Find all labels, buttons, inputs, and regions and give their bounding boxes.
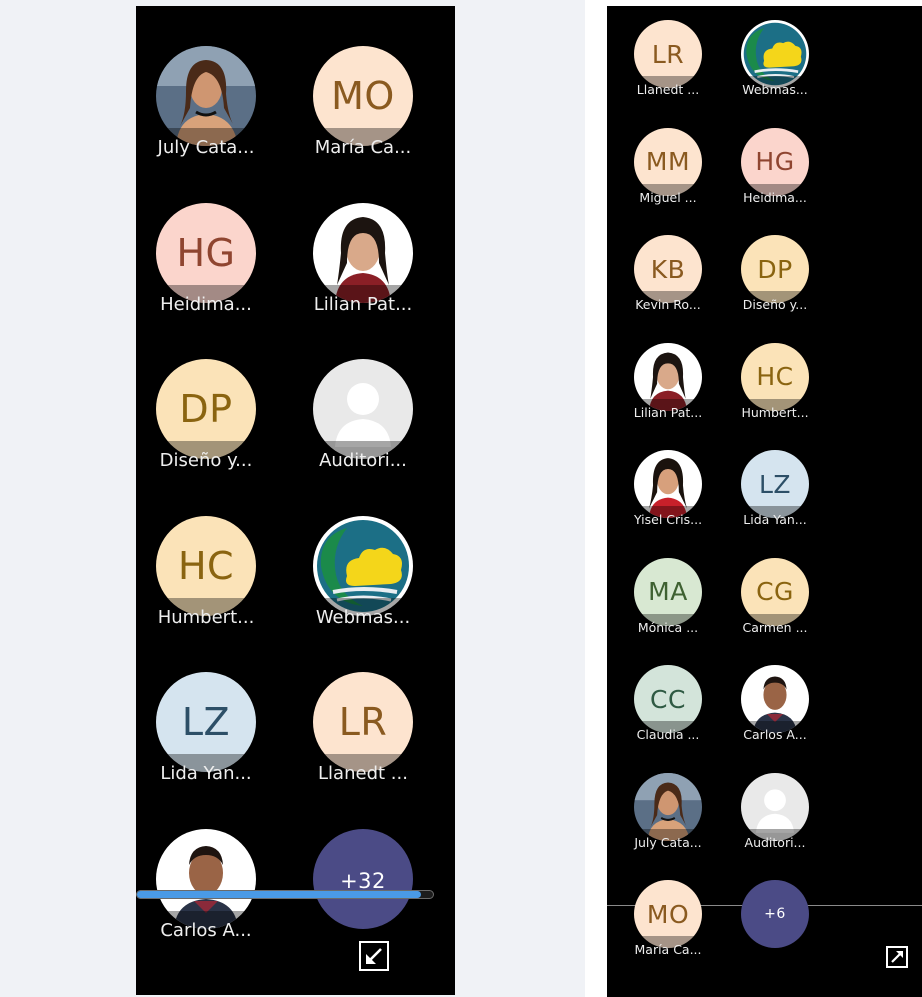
- participant-initials: CG: [756, 577, 794, 606]
- participant-name: Lilian Pat...: [633, 404, 703, 420]
- participant-avatar[interactable]: LZ: [156, 672, 256, 772]
- participant-initials: MM: [645, 147, 691, 176]
- participant-name: Kevin Ro...: [635, 297, 701, 312]
- participant-avatar[interactable]: [156, 46, 256, 146]
- participant-name: Carmen ...: [742, 619, 808, 635]
- participant-name: Mónica ...: [637, 619, 699, 635]
- participant-initials: HG: [755, 147, 795, 176]
- participant-name: Auditori...: [744, 834, 806, 850]
- participant-name: Humbert...: [157, 606, 255, 628]
- more-participants-count: +32: [340, 869, 386, 893]
- loading-progress-bar: [136, 890, 434, 899]
- participant-name: María Ca...: [634, 942, 702, 957]
- participant-avatar[interactable]: MO: [313, 46, 413, 146]
- participant-initials: LR: [651, 39, 685, 69]
- participant-avatar[interactable]: [634, 342, 702, 411]
- participant-name: Webmas...: [742, 82, 808, 97]
- participant-initials: CC: [650, 684, 686, 714]
- collapse-view-button[interactable]: [359, 941, 389, 971]
- participant-initials: MO: [331, 74, 395, 118]
- participant-avatar[interactable]: [741, 665, 809, 733]
- collapse-arrow-icon: [366, 948, 382, 964]
- participant-avatar[interactable]: MM: [634, 127, 702, 196]
- participant-name: Heidima...: [743, 189, 807, 205]
- participant-initials: HC: [177, 543, 235, 588]
- participant-avatar[interactable]: HC: [741, 342, 809, 411]
- participant-name: Lilian Pat...: [313, 293, 413, 315]
- participant-name: Carlos A...: [743, 727, 807, 742]
- participant-name: Diseño y...: [159, 450, 253, 471]
- participant-name: Miguel ...: [639, 189, 697, 205]
- participants-panel-left: July Cata... MO María Ca... HG Heidima... Lil…: [136, 6, 455, 995]
- participant-initials: LR: [338, 700, 388, 744]
- participant-initials: HG: [176, 230, 236, 275]
- participant-name: María Ca...: [314, 137, 412, 158]
- participant-name: Diseño y...: [742, 297, 808, 312]
- participant-name: Humbert...: [741, 404, 809, 420]
- participant-avatar[interactable]: CC: [634, 665, 702, 733]
- participant-avatar[interactable]: [741, 20, 809, 88]
- participant-avatar[interactable]: DP: [741, 235, 809, 303]
- participant-avatar[interactable]: MO: [634, 880, 702, 948]
- participant-avatar[interactable]: HC: [156, 515, 256, 616]
- participant-avatar[interactable]: [313, 515, 413, 616]
- expand-view-button[interactable]: [886, 946, 908, 968]
- participant-initials: KB: [650, 254, 686, 284]
- participant-name: Lida Yan...: [160, 763, 252, 784]
- participant-initials: LZ: [181, 700, 231, 744]
- participant-name: Llanedt ...: [636, 82, 700, 97]
- participant-initials: MO: [646, 899, 690, 929]
- participants-panel-right: LR Llanedt ... Webmas... MM Miguel ... HG Heid…: [607, 6, 922, 997]
- participant-initials: HC: [756, 362, 794, 391]
- participant-avatar[interactable]: KB: [634, 235, 702, 303]
- participant-initials: DP: [179, 387, 233, 431]
- participant-avatar[interactable]: [634, 450, 702, 518]
- participant-avatar[interactable]: DP: [156, 359, 256, 459]
- participant-name: Webmas...: [315, 606, 411, 628]
- participant-avatar[interactable]: HG: [741, 127, 809, 196]
- participant-name: Llanedt ...: [318, 763, 408, 784]
- participant-avatar[interactable]: LR: [313, 672, 413, 772]
- participant-avatar[interactable]: LR: [634, 20, 702, 88]
- expand-arrow-icon: [891, 951, 903, 963]
- participant-avatar[interactable]: MA: [634, 557, 702, 626]
- participant-initials: LZ: [758, 469, 792, 499]
- more-participants-count: +6: [764, 906, 786, 922]
- participant-name: Claudia ...: [636, 727, 700, 742]
- participant-avatar[interactable]: [634, 772, 702, 841]
- participant-avatar[interactable]: LZ: [741, 450, 809, 518]
- participant-avatar[interactable]: CG: [741, 557, 809, 626]
- participant-avatar[interactable]: [156, 828, 256, 929]
- more-participants-avatar[interactable]: +6: [741, 880, 809, 948]
- participant-avatar[interactable]: [313, 202, 413, 303]
- participant-name: Carlos A...: [160, 919, 252, 941]
- participant-avatar[interactable]: [741, 772, 809, 841]
- participant-name: July Cata...: [634, 834, 702, 850]
- participant-avatar[interactable]: HG: [156, 202, 256, 303]
- more-participants-avatar[interactable]: +32: [313, 828, 413, 929]
- participant-name: Auditori...: [319, 450, 407, 471]
- participant-name: July Cata...: [157, 137, 255, 158]
- participant-name: Yisel Cris...: [633, 512, 703, 527]
- participant-initials: DP: [757, 254, 793, 284]
- participant-avatar[interactable]: [313, 359, 413, 459]
- participant-name: Lida Yan...: [743, 512, 807, 527]
- participant-name: Heidima...: [160, 293, 252, 315]
- participant-initials: MA: [648, 577, 688, 606]
